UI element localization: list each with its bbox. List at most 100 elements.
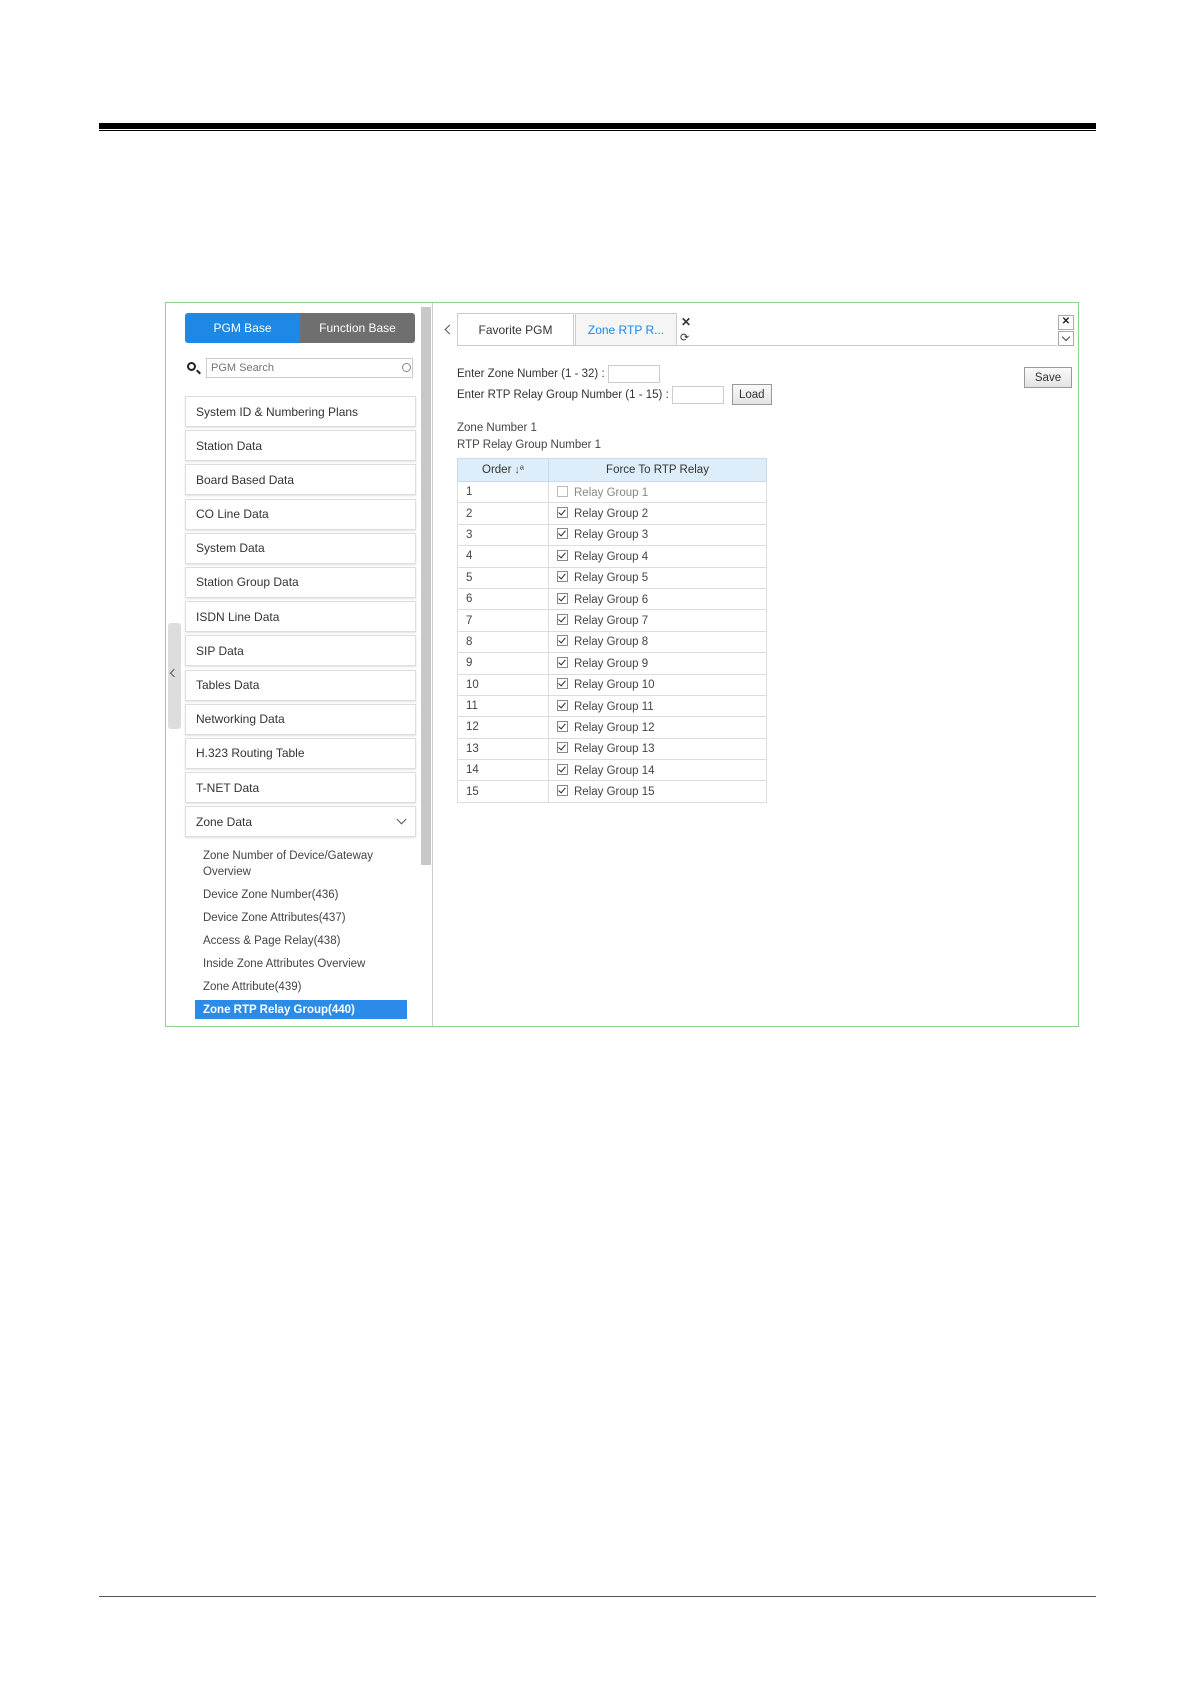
relay-group-label: Relay Group 11	[574, 700, 654, 713]
force-rtp-relay-checkbox[interactable]	[557, 763, 568, 775]
sidebar-item[interactable]: System Data	[185, 532, 416, 564]
zone-data-submenu: Zone Number of Device/Gateway Overview De…	[195, 846, 407, 1026]
clear-search-icon[interactable]	[402, 363, 411, 372]
force-rtp-relay-checkbox[interactable]	[557, 635, 568, 647]
force-rtp-relay-checkbox[interactable]	[557, 507, 568, 519]
submenu-item[interactable]: Inter-Zone Attributes(441)	[195, 1023, 407, 1026]
force-rtp-relay-checkbox[interactable]	[557, 656, 568, 668]
force-rtp-relay-checkbox[interactable]	[557, 720, 568, 732]
force-rtp-relay-cell: Relay Group 7	[548, 609, 767, 632]
submenu-item[interactable]: Zone RTP Relay Group(440)	[195, 1000, 407, 1019]
force-rtp-relay-checkbox[interactable]	[557, 742, 568, 754]
force-rtp-relay-checkbox[interactable]	[557, 549, 568, 561]
force-rtp-relay-checkbox[interactable]	[557, 485, 568, 497]
sidebar-item[interactable]: Station Data	[185, 430, 416, 462]
app-screenshot-frame: PGM Base Function Base System ID & Numbe…	[165, 302, 1079, 1027]
force-rtp-relay-checkbox[interactable]	[557, 614, 568, 626]
order-cell: 2	[457, 502, 549, 525]
tab-zone-rtp-relay[interactable]: Zone RTP R...	[575, 313, 677, 346]
table-row: 3 Relay Group 3	[457, 523, 767, 547]
sidebar-item[interactable]: Tables Data	[185, 669, 416, 701]
zone-number-input[interactable]	[607, 364, 660, 383]
relay-group-input[interactable]	[671, 385, 724, 404]
order-cell: 11	[457, 694, 549, 718]
force-rtp-relay-cell: Relay Group 13	[548, 737, 767, 761]
close-all-icon[interactable]: ✕	[1058, 315, 1074, 330]
force-rtp-relay-cell: Relay Group 12	[548, 716, 767, 739]
force-rtp-relay-cell: Relay Group 1	[548, 480, 767, 504]
force-rtp-relay-checkbox[interactable]	[557, 699, 568, 711]
table-row: 1 Relay Group 1	[457, 480, 767, 504]
sidebar-item[interactable]: T-NET Data	[185, 772, 416, 804]
order-cell: 3	[457, 523, 549, 547]
relay-group-label: Relay Group 7	[574, 615, 649, 628]
page-header-rule-thin	[99, 130, 1096, 131]
load-button[interactable]: Load	[731, 384, 772, 405]
submenu-item[interactable]: Device Zone Number(436)	[195, 885, 407, 904]
tab-favorite-pgm[interactable]: Favorite PGM	[457, 313, 574, 346]
sidebar-item-label: System ID & Numbering Plans	[196, 404, 359, 419]
sidebar-item-label: Station Data	[196, 438, 263, 453]
save-button[interactable]: Save	[1024, 367, 1072, 388]
function-base-button[interactable]: Function Base	[300, 313, 415, 343]
force-rtp-relay-cell: Relay Group 14	[548, 759, 767, 782]
force-rtp-relay-cell: Relay Group 3	[548, 523, 767, 547]
sidebar-item[interactable]: Networking Data	[185, 703, 416, 735]
sidebar-item[interactable]: Board Based Data	[185, 464, 416, 496]
table-row: 7 Relay Group 7	[457, 609, 767, 632]
relay-group-label: Relay Group 3	[574, 529, 649, 542]
sidebar-item[interactable]: SIP Data	[185, 635, 416, 667]
relay-group-label: Relay Group 15	[574, 786, 655, 799]
pgm-menu: System ID & Numbering Plans Station Data B…	[185, 396, 416, 840]
table-row: 11 Relay Group 11	[457, 694, 767, 718]
submenu-item[interactable]: Device Zone Attributes(437)	[195, 908, 407, 927]
sidebar-collapse-handle[interactable]	[168, 623, 181, 729]
force-rtp-relay-checkbox[interactable]	[557, 592, 568, 604]
force-rtp-relay-cell: Relay Group 15	[548, 780, 767, 803]
force-rtp-relay-checkbox[interactable]	[557, 571, 568, 583]
submenu-item[interactable]: Zone Attribute(439)	[195, 977, 407, 996]
sidebar-scrollbar[interactable]	[421, 307, 431, 865]
force-rtp-relay-checkbox[interactable]	[557, 785, 568, 797]
sidebar-item-label: T-NET Data	[196, 780, 260, 795]
submenu-item[interactable]: Inside Zone Attributes Overview	[195, 954, 407, 973]
submenu-item[interactable]: Zone Number of Device/Gateway Overview	[195, 846, 407, 881]
mode-toggle: PGM Base Function Base	[185, 313, 415, 343]
force-rtp-relay-cell: Relay Group 8	[548, 630, 767, 654]
tab-bar-line	[457, 345, 1057, 346]
table-row: 9 Relay Group 9	[457, 652, 767, 675]
sidebar-item[interactable]: H.323 Routing Table	[185, 737, 416, 769]
pgm-search	[185, 358, 415, 380]
sidebar-item-label: Board Based Data	[196, 472, 295, 487]
relay-group-label: Relay Group 9	[574, 657, 649, 670]
tab-list-dropdown-icon[interactable]	[1058, 331, 1074, 346]
tab-scroll-left-icon[interactable]	[444, 324, 455, 335]
relay-group-table: Order ↓ª Force To RTP Relay 1 Relay Group …	[457, 458, 767, 803]
page-footer-rule	[99, 1596, 1096, 1597]
sidebar-item[interactable]: Zone Data	[185, 806, 416, 838]
zone-number-label: Enter Zone Number (1 - 32) :	[457, 367, 605, 380]
relay-group-label: Relay Group 5	[574, 572, 649, 585]
relay-group-label: Relay Group 14	[574, 764, 655, 777]
relay-group-label: Enter RTP Relay Group Number (1 - 15) :	[457, 388, 669, 401]
chevron-down-icon	[396, 814, 407, 825]
submenu-item[interactable]: Access & Page Relay(438)	[195, 931, 407, 950]
refresh-icon[interactable]: ⟳	[680, 333, 689, 344]
sidebar-item[interactable]: System ID & Numbering Plans	[185, 396, 416, 427]
main-panel: Favorite PGM Zone RTP R... ✕ ⟳ ✕ Enter Z…	[434, 303, 1078, 1026]
force-rtp-relay-checkbox[interactable]	[557, 678, 568, 690]
sidebar-item[interactable]: CO Line Data	[185, 498, 416, 530]
order-cell: 14	[457, 759, 549, 782]
force-rtp-relay-cell: Relay Group 5	[548, 566, 767, 589]
sidebar-item[interactable]: ISDN Line Data	[185, 601, 416, 633]
relay-group-label: Relay Group 2	[574, 508, 649, 521]
close-tab-icon[interactable]: ✕	[681, 316, 691, 328]
sidebar-item[interactable]: Station Group Data	[185, 566, 416, 598]
sort-icon[interactable]: ↓ª	[514, 464, 524, 476]
order-column-header[interactable]: Order ↓ª	[457, 458, 549, 482]
pgm-search-input[interactable]	[206, 358, 413, 378]
force-rtp-relay-column-header: Force To RTP Relay	[548, 458, 767, 482]
force-rtp-relay-checkbox[interactable]	[557, 528, 568, 540]
relay-group-label: Relay Group 13	[574, 743, 655, 756]
pgm-base-button[interactable]: PGM Base	[185, 313, 300, 343]
